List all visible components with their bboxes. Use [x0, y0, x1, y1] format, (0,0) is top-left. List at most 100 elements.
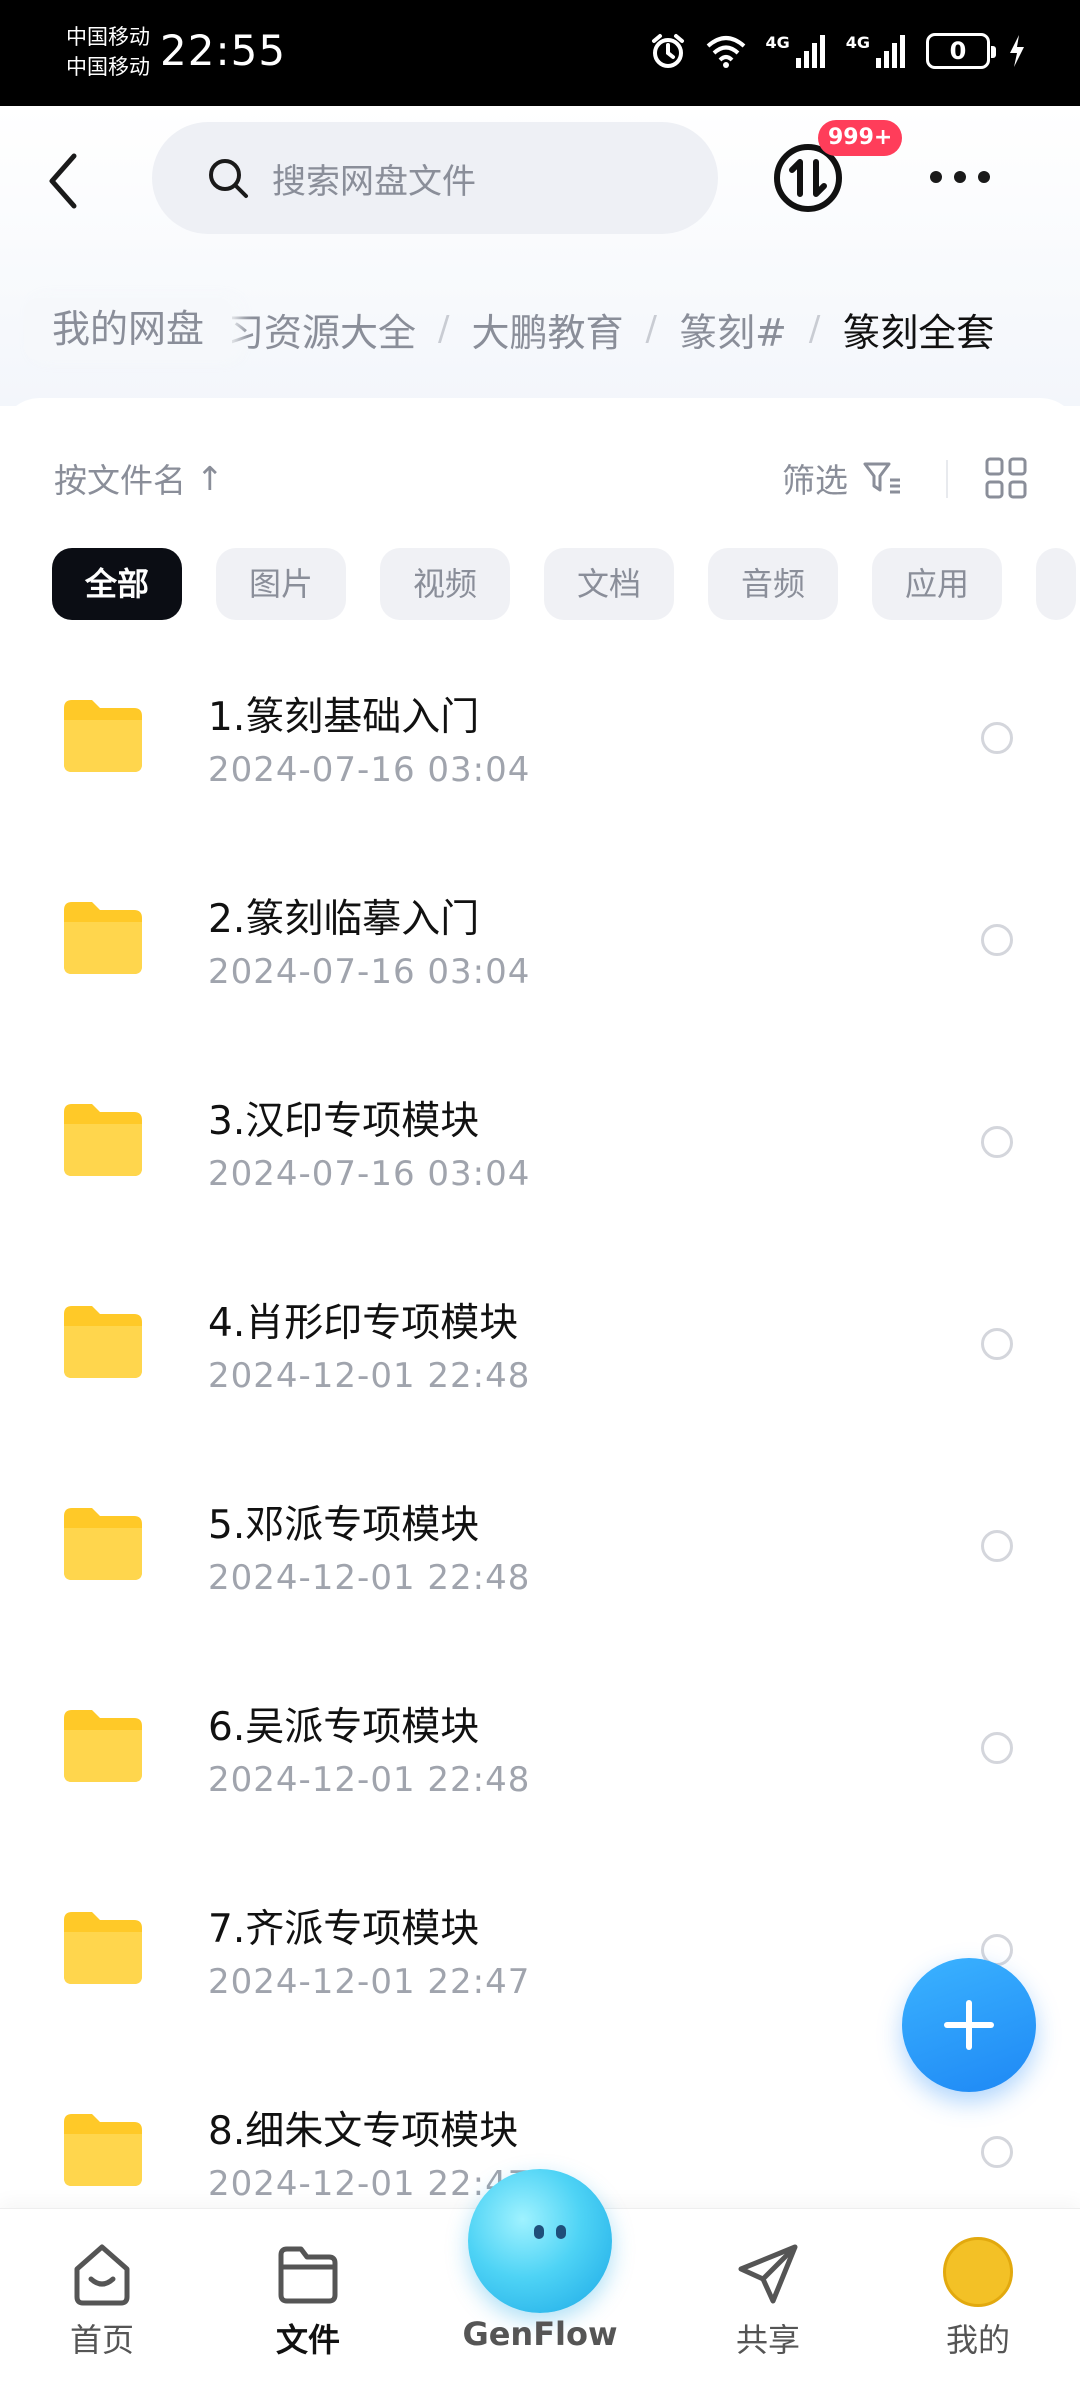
signal-icon [795, 35, 825, 68]
folder-icon [64, 1104, 142, 1176]
file-row[interactable]: 2.篆刻临摹入门 2024-07-16 03:04 [0, 864, 1080, 1066]
select-checkbox[interactable] [981, 924, 1013, 956]
select-checkbox[interactable] [981, 1328, 1013, 1360]
nav-share-label: 共享 [735, 2321, 800, 2359]
battery-level: 0 [949, 37, 967, 65]
breadcrumb: 我的网盘 习资源大全 / 大鹏教育 / 篆刻# / 篆刻全套 [0, 284, 1080, 374]
file-row[interactable]: 6.吴派专项模块 2024-12-01 22:48 [0, 1672, 1080, 1874]
file-date: 2024-12-01 22:47 [208, 1962, 531, 2002]
sort-label: 按文件名 [54, 461, 186, 500]
carrier-2: 中国移动 [66, 55, 150, 79]
breadcrumb-item[interactable]: 习资源大全 [226, 302, 416, 357]
status-icons: 4G 4G 0 [649, 28, 1026, 74]
bottom-nav: 首页 文件 GenFlow 共享 我的 [0, 2169, 1080, 2382]
chip-documents[interactable]: 文档 [544, 548, 674, 620]
nav-share[interactable]: 共享 [688, 2209, 848, 2382]
folder-icon [64, 902, 142, 974]
file-row[interactable]: 5.邓派专项模块 2024-12-01 22:48 [0, 1470, 1080, 1672]
file-name: 1.篆刻基础入门 [208, 695, 480, 740]
sort-button[interactable]: 按文件名 ↑ [54, 454, 224, 502]
back-icon[interactable] [40, 146, 88, 216]
breadcrumb-item[interactable]: 篆刻# [679, 302, 787, 357]
filter-button[interactable]: 筛选 [782, 454, 902, 502]
more-dot-icon [954, 171, 966, 183]
file-row[interactable]: 1.篆刻基础入门 2024-07-16 03:04 [0, 662, 1080, 864]
carrier-1: 中国移动 [66, 25, 150, 49]
file-name: 8.细朱文专项模块 [208, 2109, 519, 2154]
folder-icon [64, 1306, 142, 1378]
chip-all[interactable]: 全部 [52, 548, 182, 620]
file-date: 2024-07-16 03:04 [208, 952, 531, 992]
nav-files-label: 文件 [275, 2321, 340, 2359]
nav-mine-label: 我的 [945, 2321, 1010, 2359]
file-browser: 按文件名 ↑ 筛选 全部 图片 视频 文档 音频 应用 1.篆刻基础入门 2024… [0, 398, 1080, 2204]
file-name: 6.吴派专项模块 [208, 1705, 480, 1750]
file-date: 2024-07-16 03:04 [208, 750, 531, 790]
select-checkbox[interactable] [981, 722, 1013, 754]
search-icon [209, 159, 248, 198]
folder-icon [64, 700, 142, 772]
transfer-badge: 999+ [818, 120, 903, 156]
file-date: 2024-12-01 22:48 [208, 1760, 531, 1800]
avatar [943, 2237, 1013, 2307]
chip-videos[interactable]: 视频 [380, 548, 510, 620]
breadcrumb-separator: / [438, 309, 450, 349]
breadcrumb-current: 篆刻全套 [842, 310, 995, 355]
network-type-1: 4G [765, 32, 790, 52]
file-name: 3.汉印专项模块 [208, 1099, 480, 1144]
add-button[interactable] [902, 1958, 1036, 2092]
header: 搜索网盘文件 999+ 我的网盘 习资源大全 / 大鹏教育 / 篆刻# / 篆刻… [0, 106, 1080, 406]
nav-files[interactable]: 文件 [228, 2209, 388, 2382]
send-icon [738, 2244, 798, 2304]
select-checkbox[interactable] [981, 1732, 1013, 1764]
file-row[interactable]: 3.汉印专项模块 2024-07-16 03:04 [0, 1066, 1080, 1268]
breadcrumb-separator: / [645, 309, 657, 349]
chip-audio[interactable]: 音频 [708, 548, 838, 620]
file-date: 2024-12-01 22:48 [208, 1356, 531, 1396]
nav-home-label: 首页 [69, 2321, 134, 2359]
more-dot-icon [930, 171, 942, 183]
category-chips: 全部 图片 视频 文档 音频 应用 [52, 548, 1076, 620]
alarm-icon [652, 34, 685, 68]
carrier-info: 中国移动 中国移动 [66, 22, 150, 82]
folder-icon [278, 2246, 338, 2304]
more-dot-icon [978, 171, 990, 183]
folder-icon [64, 1508, 142, 1580]
folder-icon [64, 1710, 142, 1782]
wifi-icon [707, 36, 746, 68]
filter-label: 筛选 [782, 461, 848, 500]
more-button[interactable] [930, 166, 994, 188]
search-placeholder: 搜索网盘文件 [272, 161, 476, 202]
nav-home[interactable]: 首页 [22, 2209, 182, 2382]
network-type-2: 4G [845, 32, 870, 52]
grid-view-icon[interactable] [984, 456, 1028, 500]
chip-more[interactable] [1036, 548, 1076, 620]
clock: 22:55 [160, 26, 287, 75]
file-row[interactable]: 4.肖形印专项模块 2024-12-01 22:48 [0, 1268, 1080, 1470]
divider [946, 460, 948, 498]
battery-icon: 0 [926, 33, 996, 69]
genflow-mascot-icon[interactable] [468, 2169, 612, 2313]
nav-mine[interactable]: 我的 [898, 2209, 1058, 2382]
folder-icon [64, 2114, 142, 2186]
breadcrumb-item[interactable]: 大鹏教育 [471, 302, 623, 357]
file-date: 2024-12-01 22:48 [208, 1558, 531, 1598]
filter-icon [863, 462, 900, 494]
sort-arrow-icon: ↑ [196, 458, 224, 498]
file-name: 7.齐派专项模块 [208, 1907, 480, 1952]
select-checkbox[interactable] [981, 2136, 1013, 2168]
select-checkbox[interactable] [981, 1126, 1013, 1158]
breadcrumb-root[interactable]: 我的网盘 [24, 298, 233, 360]
status-bar: 中国移动 中国移动 22:55 4G 4G 0 [0, 0, 1080, 106]
file-name: 5.邓派专项模块 [208, 1503, 480, 1548]
folder-icon [64, 1912, 142, 1984]
breadcrumb-separator: / [808, 309, 821, 349]
chip-images[interactable]: 图片 [216, 548, 346, 620]
file-name: 4.肖形印专项模块 [208, 1301, 519, 1346]
chip-apps[interactable]: 应用 [872, 548, 1002, 620]
select-checkbox[interactable] [981, 1530, 1013, 1562]
nav-genflow-label[interactable]: GenFlow [440, 2315, 640, 2353]
file-date: 2024-07-16 03:04 [208, 1154, 531, 1194]
signal-icon [876, 35, 905, 68]
search-input[interactable]: 搜索网盘文件 [152, 122, 718, 234]
